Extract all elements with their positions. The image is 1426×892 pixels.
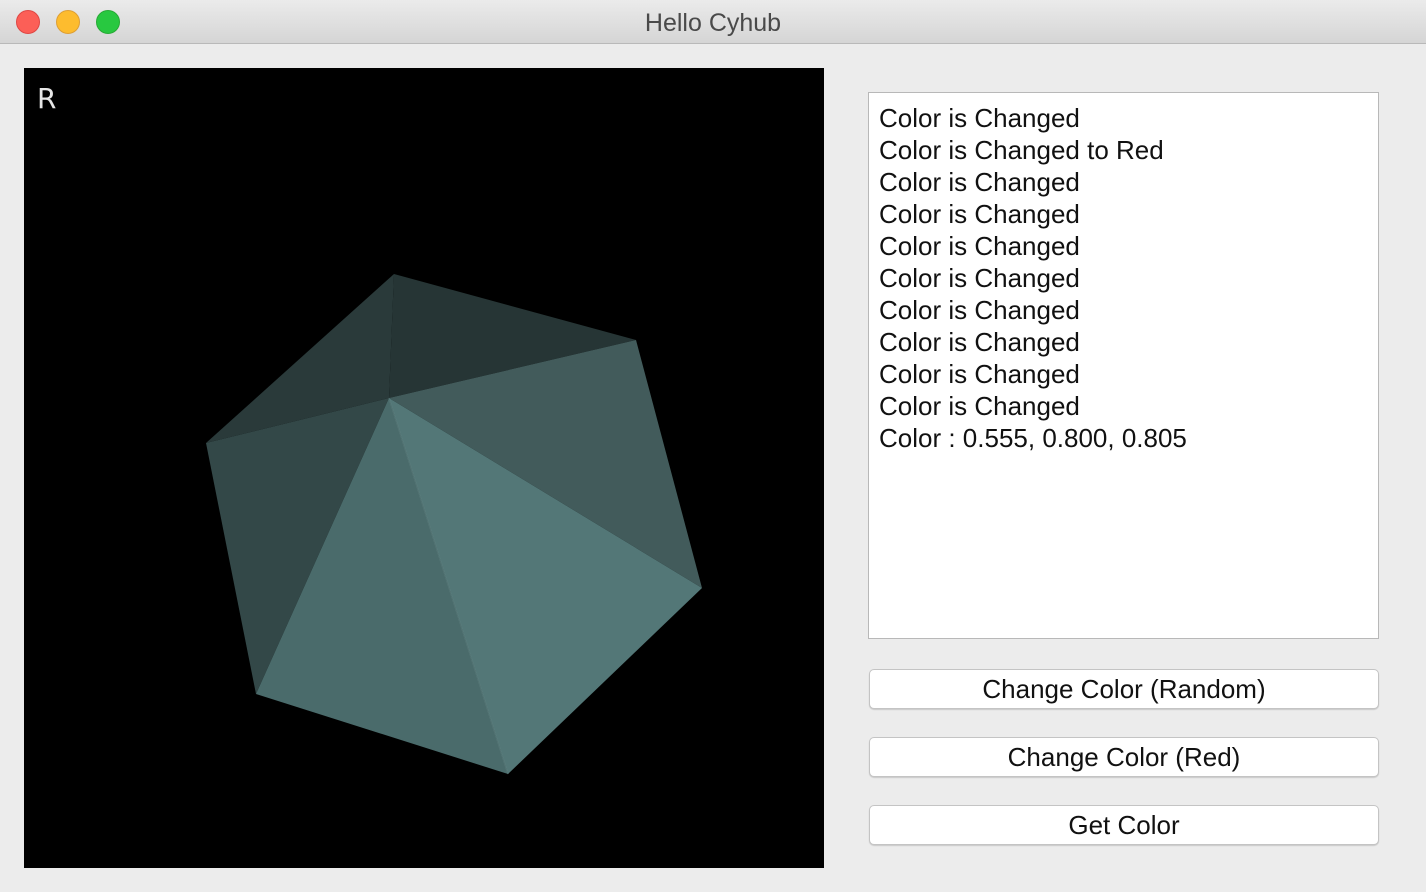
log-line: Color is Changed to Red	[879, 135, 1164, 165]
log-line: Color is Changed	[879, 263, 1080, 293]
get-color-button[interactable]: Get Color	[869, 805, 1379, 845]
window-title: Hello Cyhub	[644, 9, 782, 37]
title-bar[interactable]: Hello Cyhub	[0, 0, 1426, 44]
change-color-random-button[interactable]: Change Color (Random)	[869, 669, 1379, 709]
render-viewport[interactable]: R	[24, 68, 824, 868]
log-line: Color is Changed	[879, 167, 1080, 197]
log-line: Color is Changed	[879, 295, 1080, 325]
app-window: Hello Cyhub R Color is Changed Color is …	[0, 0, 1426, 892]
log-line: Color is Changed	[879, 327, 1080, 357]
log-line: Color is Changed	[879, 231, 1080, 261]
viewport-label: R	[37, 82, 57, 115]
log-line: Color is Changed	[879, 199, 1080, 229]
icosahedron-render	[206, 274, 702, 775]
log-line: Color is Changed	[879, 359, 1080, 389]
log-line: Color is Changed	[879, 103, 1080, 133]
change-color-red-button[interactable]: Change Color (Red)	[869, 737, 1379, 777]
log-output[interactable]: Color is Changed Color is Changed to Red…	[868, 92, 1379, 639]
log-line: Color : 0.555, 0.800, 0.805	[879, 423, 1187, 453]
log-line: Color is Changed	[879, 391, 1080, 421]
